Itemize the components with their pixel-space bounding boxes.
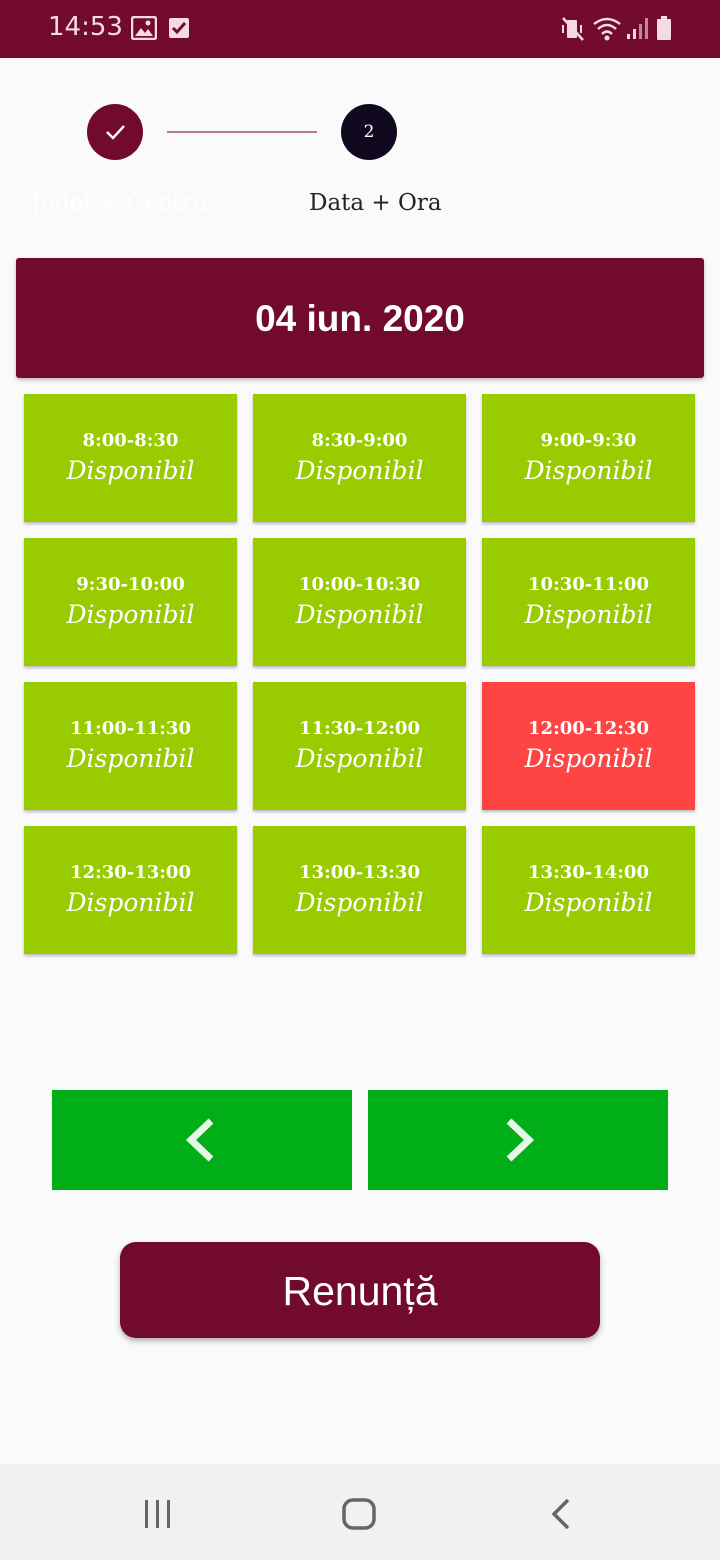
status-time: 14:53: [48, 12, 123, 42]
time-slot[interactable]: 8:30-9:00 Disponibil: [253, 394, 466, 522]
system-nav-bar: [0, 1464, 720, 1560]
check-icon: [106, 125, 125, 140]
slot-status: Disponibil: [66, 456, 195, 485]
slot-status: Disponibil: [295, 456, 424, 485]
slot-time: 11:30-12:00: [299, 718, 420, 739]
slot-status: Disponibil: [295, 744, 424, 773]
time-slot[interactable]: 10:00-10:30 Disponibil: [253, 538, 466, 666]
slot-time: 8:00-8:30: [82, 430, 179, 451]
previous-day-button[interactable]: [52, 1090, 352, 1190]
slot-time: 8:30-9:00: [311, 430, 408, 451]
time-slot[interactable]: 13:30-14:00 Disponibil: [482, 826, 695, 954]
step-2-circle: 2: [341, 104, 397, 160]
slot-time: 13:30-14:00: [528, 862, 649, 883]
status-bar: 14:53: [0, 0, 720, 58]
next-day-button[interactable]: [368, 1090, 668, 1190]
checkbox-icon: [168, 16, 190, 44]
wifi-icon: [592, 16, 622, 46]
step-1-label: Județ + Centru: [31, 190, 208, 216]
slot-time: 10:00-10:30: [299, 574, 420, 595]
time-slot[interactable]: 11:00-11:30 Disponibil: [24, 682, 237, 810]
slot-time: 9:30-10:00: [76, 574, 185, 595]
slot-time: 12:00-12:30: [528, 718, 649, 739]
slot-status: Disponibil: [524, 744, 653, 773]
slot-status: Disponibil: [66, 600, 195, 629]
back-icon[interactable]: [548, 1498, 574, 1534]
chevron-right-icon: [506, 1118, 535, 1162]
time-slot[interactable]: 13:00-13:30 Disponibil: [253, 826, 466, 954]
recent-apps-icon[interactable]: [142, 1498, 174, 1534]
image-icon: [130, 15, 158, 44]
slot-time: 13:00-13:30: [299, 862, 420, 883]
chevron-left-icon: [185, 1118, 214, 1162]
signal-icon: [626, 16, 648, 44]
time-slot[interactable]: 12:00-12:30 Disponibil: [482, 682, 695, 810]
step-connector: [167, 131, 317, 133]
cancel-button[interactable]: Renunță: [120, 1242, 600, 1338]
slot-time: 9:00-9:30: [540, 430, 637, 451]
slot-time: 12:30-13:00: [70, 862, 191, 883]
slot-time: 10:30-11:00: [528, 574, 649, 595]
slot-status: Disponibil: [524, 600, 653, 629]
slot-status: Disponibil: [66, 888, 195, 917]
time-slot[interactable]: 12:30-13:00 Disponibil: [24, 826, 237, 954]
slot-status: Disponibil: [524, 456, 653, 485]
home-icon[interactable]: [342, 1498, 376, 1536]
slot-status: Disponibil: [66, 744, 195, 773]
time-slot[interactable]: 11:30-12:00 Disponibil: [253, 682, 466, 810]
mute-vibrate-icon: [560, 16, 586, 46]
time-slot[interactable]: 9:30-10:00 Disponibil: [24, 538, 237, 666]
battery-icon: [656, 16, 672, 46]
step-1-circle: [87, 104, 143, 160]
time-slot[interactable]: 9:00-9:30 Disponibil: [482, 394, 695, 522]
slot-status: Disponibil: [295, 600, 424, 629]
slot-time: 11:00-11:30: [70, 718, 191, 739]
slot-status: Disponibil: [295, 888, 424, 917]
slot-status: Disponibil: [524, 888, 653, 917]
step-2-label: Data + Ora: [309, 190, 442, 216]
time-slot[interactable]: 8:00-8:30 Disponibil: [24, 394, 237, 522]
stepper: 2 Județ + Centru Data + Ora: [0, 58, 720, 238]
time-slot[interactable]: 10:30-11:00 Disponibil: [482, 538, 695, 666]
date-header: 04 iun. 2020: [16, 258, 704, 378]
